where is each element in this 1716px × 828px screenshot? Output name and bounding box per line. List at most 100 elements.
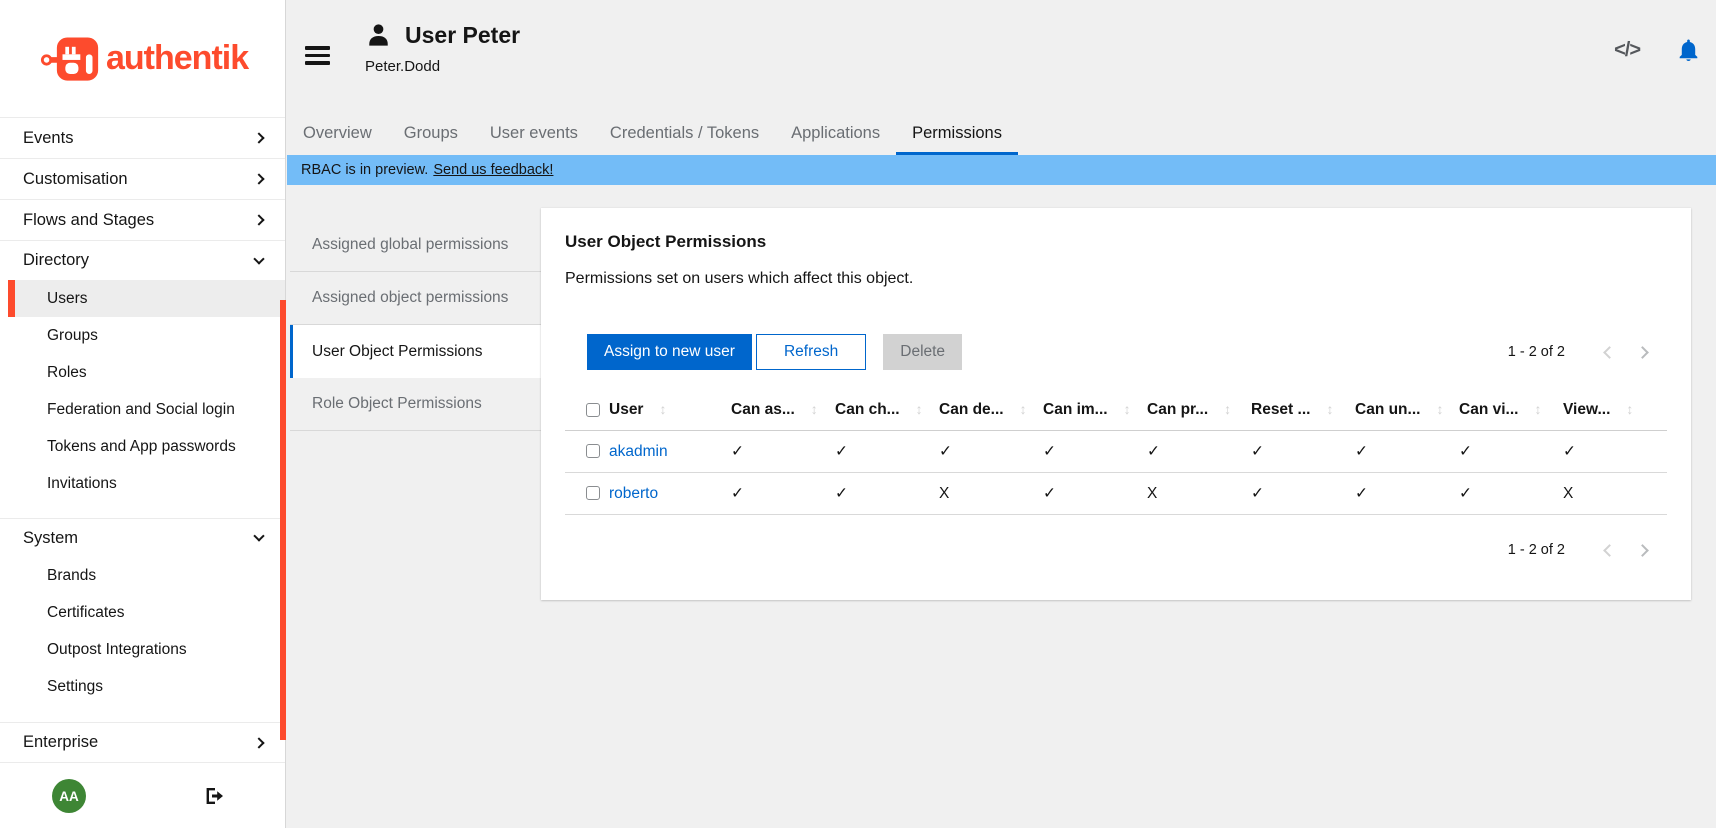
sort-icon[interactable]: ↕ xyxy=(1020,401,1027,417)
chevron-right-icon xyxy=(1636,346,1649,359)
sort-icon[interactable]: ↕ xyxy=(659,401,666,417)
column-header-can-delete[interactable]: Can de...↕ xyxy=(939,390,1043,431)
permissions-table: User↕ Can as...↕ Can ch...↕ Can de...↕ C… xyxy=(565,390,1667,515)
hamburger-menu-icon[interactable] xyxy=(305,46,330,69)
rbac-preview-banner: RBAC is in preview. Send us feedback! xyxy=(287,155,1716,185)
sidebar-item-certificates[interactable]: Certificates xyxy=(0,594,285,631)
next-page-button[interactable] xyxy=(1632,348,1653,357)
tab-groups[interactable]: Groups xyxy=(388,112,474,155)
perm-value: X xyxy=(1147,485,1157,502)
page-subtitle: Peter.Dodd xyxy=(365,58,520,75)
sort-icon[interactable]: ↕ xyxy=(1124,401,1131,417)
permissions-subnav: Assigned global permissions Assigned obj… xyxy=(290,219,541,431)
sidebar-item-brands[interactable]: Brands xyxy=(0,557,285,594)
subnav-assigned-object-permissions[interactable]: Assigned object permissions xyxy=(290,272,541,325)
chevron-right-icon xyxy=(253,132,264,143)
sort-icon[interactable]: ↕ xyxy=(916,401,923,417)
pagination-top: 1 - 2 of 2 xyxy=(1508,344,1667,360)
user-icon xyxy=(365,22,392,49)
perm-value: ✓ xyxy=(1251,485,1264,502)
sidebar-item-settings[interactable]: Settings xyxy=(0,668,285,705)
sort-icon[interactable]: ↕ xyxy=(811,401,818,417)
sidebar-item-roles[interactable]: Roles xyxy=(0,354,285,391)
column-header-user[interactable]: User↕ xyxy=(609,390,731,431)
column-header-view[interactable]: View...↕ xyxy=(1563,390,1667,431)
perm-value: ✓ xyxy=(1355,443,1368,460)
table-row: akadmin ✓ ✓ ✓ ✓ ✓ ✓ ✓ ✓ ✓ xyxy=(565,431,1667,473)
notifications-bell-icon[interactable] xyxy=(1677,38,1700,63)
pagination-label: 1 - 2 of 2 xyxy=(1508,344,1565,360)
select-all-checkbox[interactable] xyxy=(586,403,600,417)
table-toolbar: Assign to new user Refresh Delete 1 - 2 … xyxy=(565,334,1667,370)
sidebar-item-system[interactable]: System xyxy=(0,519,285,557)
sidebar-item-flows-and-stages[interactable]: Flows and Stages xyxy=(0,200,285,241)
delete-button[interactable]: Delete xyxy=(883,334,962,370)
perm-value: ✓ xyxy=(1043,443,1056,460)
column-header-can-change[interactable]: Can ch...↕ xyxy=(835,390,939,431)
user-link[interactable]: roberto xyxy=(609,485,658,502)
perm-value: ✓ xyxy=(1251,443,1264,460)
perm-value: ✓ xyxy=(1563,443,1576,460)
sidebar-scrollbar-thumb[interactable] xyxy=(280,300,286,740)
column-header-can-view[interactable]: Can vi...↕ xyxy=(1459,390,1563,431)
sidebar-item-customisation[interactable]: Customisation xyxy=(0,159,285,200)
feedback-link[interactable]: Send us feedback! xyxy=(433,162,553,178)
column-header-reset[interactable]: Reset ...↕ xyxy=(1251,390,1355,431)
user-link[interactable]: akadmin xyxy=(609,443,668,460)
sort-icon[interactable]: ↕ xyxy=(1224,401,1231,417)
tab-credentials-tokens[interactable]: Credentials / Tokens xyxy=(594,112,775,155)
brand-name: authentik xyxy=(106,39,248,78)
prev-page-button[interactable] xyxy=(1599,546,1620,555)
row-checkbox[interactable] xyxy=(586,444,600,458)
sort-icon[interactable]: ↕ xyxy=(1534,401,1541,417)
perm-value: X xyxy=(1563,485,1573,502)
perm-value: ✓ xyxy=(1043,485,1056,502)
refresh-button[interactable]: Refresh xyxy=(756,334,866,370)
sort-icon[interactable]: ↕ xyxy=(1326,401,1333,417)
page-header: User Peter Peter.Dodd </> xyxy=(287,0,1716,112)
perm-value: ✓ xyxy=(939,443,952,460)
column-header-can-unassign[interactable]: Can un...↕ xyxy=(1355,390,1459,431)
sidebar-item-outpost-integrations[interactable]: Outpost Integrations xyxy=(0,631,285,668)
card-description: Permissions set on users which affect th… xyxy=(565,270,1667,288)
tab-permissions[interactable]: Permissions xyxy=(896,112,1018,155)
sidebar-item-tokens[interactable]: Tokens and App passwords xyxy=(0,428,285,465)
perm-value: ✓ xyxy=(1355,485,1368,502)
perm-value: ✓ xyxy=(731,485,744,502)
sort-icon[interactable]: ↕ xyxy=(1626,401,1633,417)
row-checkbox[interactable] xyxy=(586,486,600,500)
pagination-label: 1 - 2 of 2 xyxy=(1508,542,1565,558)
sidebar-item-federation[interactable]: Federation and Social login xyxy=(0,391,285,428)
tab-overview[interactable]: Overview xyxy=(287,112,388,155)
chevron-right-icon xyxy=(253,737,264,748)
tab-user-events[interactable]: User events xyxy=(474,112,594,155)
column-header-can-impersonate[interactable]: Can im...↕ xyxy=(1043,390,1147,431)
sort-icon[interactable]: ↕ xyxy=(1436,401,1443,417)
prev-page-button[interactable] xyxy=(1599,348,1620,357)
avatar[interactable]: AA xyxy=(52,779,86,813)
subnav-user-object-permissions[interactable]: User Object Permissions xyxy=(290,325,541,378)
authentik-logo[interactable]: authentik xyxy=(0,0,285,118)
pagination-bottom: 1 - 2 of 2 xyxy=(565,542,1667,558)
chevron-right-icon xyxy=(253,214,264,225)
sidebar-item-groups[interactable]: Groups xyxy=(0,317,285,354)
subnav-assigned-global-permissions[interactable]: Assigned global permissions xyxy=(290,219,541,272)
sidebar-item-users[interactable]: Users xyxy=(8,280,285,317)
main-area: User Peter Peter.Dodd </> Overview Group… xyxy=(287,0,1716,828)
subnav-role-object-permissions[interactable]: Role Object Permissions xyxy=(290,378,541,431)
chevron-left-icon xyxy=(1603,544,1616,557)
user-object-permissions-card: User Object Permissions Permissions set … xyxy=(541,208,1691,600)
sidebar-item-directory[interactable]: Directory xyxy=(0,241,285,280)
sign-out-icon[interactable] xyxy=(204,786,224,811)
assign-to-new-user-button[interactable]: Assign to new user xyxy=(587,334,752,370)
sidebar-item-events[interactable]: Events xyxy=(0,118,285,159)
sidebar-item-enterprise[interactable]: Enterprise xyxy=(0,723,285,763)
column-header-can-preview[interactable]: Can pr...↕ xyxy=(1147,390,1251,431)
next-page-button[interactable] xyxy=(1632,546,1653,555)
tab-applications[interactable]: Applications xyxy=(775,112,896,155)
sidebar-item-invitations[interactable]: Invitations xyxy=(0,465,285,502)
column-header-can-assign[interactable]: Can as...↕ xyxy=(731,390,835,431)
api-code-icon[interactable]: </> xyxy=(1614,39,1640,62)
sidebar: authentik Events Customisation Flows and… xyxy=(0,0,286,828)
table-row: roberto ✓ ✓ X ✓ X ✓ ✓ ✓ X xyxy=(565,473,1667,515)
